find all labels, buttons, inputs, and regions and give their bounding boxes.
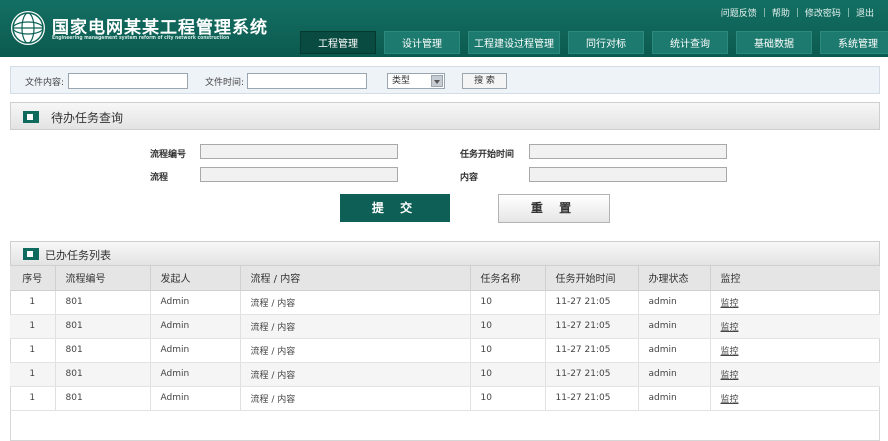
feedback-link[interactable]: 问题反馈	[715, 6, 763, 19]
pending-task-query-form: 流程编号 流程 任务开始时间 内容 提 交 重 置	[10, 131, 880, 229]
file-time-label: 文件时间:	[205, 78, 245, 88]
cell-process-content: 流程 / 内容	[240, 314, 471, 339]
done-task-header: 已办任务列表	[10, 241, 880, 266]
column-header-index: 序号	[10, 266, 56, 291]
content-input[interactable]	[529, 167, 727, 182]
file-content-label: 文件内容:	[25, 78, 65, 88]
column-header-process-number: 流程编号	[55, 266, 151, 291]
nav-tab-construction-process[interactable]: 工程建设过程管理	[468, 31, 560, 54]
cell-initiator: Admin	[150, 314, 241, 339]
nav-tab-peer-benchmark[interactable]: 同行对标	[568, 31, 644, 54]
cell-status: admin	[638, 290, 711, 315]
help-link[interactable]: 帮助	[766, 6, 796, 19]
cell-task-name: 10	[470, 362, 546, 387]
cell-task-start-time: 11-27 21:05	[545, 338, 639, 363]
table-row[interactable]: 1 801 Admin 流程 / 内容 10 11-27 21:05 admin…	[10, 362, 880, 387]
task-start-time-input[interactable]	[529, 144, 727, 159]
file-content-input[interactable]	[68, 73, 188, 89]
cell-task-start-time: 11-27 21:05	[545, 386, 639, 411]
nav-tab-design-management[interactable]: 设计管理	[384, 31, 460, 54]
process-input[interactable]	[200, 167, 398, 182]
nav-tab-statistics[interactable]: 统计查询	[652, 31, 728, 54]
column-header-task-start-time: 任务开始时间	[545, 266, 639, 291]
cell-process-content: 流程 / 内容	[240, 386, 471, 411]
file-time-input[interactable]	[247, 73, 367, 89]
state-grid-logo-icon	[11, 11, 45, 45]
cell-initiator: Admin	[150, 362, 241, 387]
cell-process-number: 801	[55, 290, 151, 315]
file-filter-bar: 文件内容: 文件时间: 类型 搜 索	[10, 66, 880, 94]
monitor-link[interactable]: 监控	[710, 314, 880, 339]
process-label: 流程	[150, 173, 169, 183]
cell-index: 1	[10, 290, 56, 315]
table-row[interactable]: 1 801 Admin 流程 / 内容 10 11-27 21:05 admin…	[10, 386, 880, 411]
cell-task-name: 10	[470, 338, 546, 363]
chevron-down-icon[interactable]	[431, 75, 443, 87]
cell-process-number: 801	[55, 314, 151, 339]
done-task-table: 序号 流程编号 发起人 流程 / 内容 任务名称 任务开始时间 办理状态 监控 …	[10, 266, 880, 411]
cell-task-name: 10	[470, 290, 546, 315]
cell-status: admin	[638, 338, 711, 363]
monitor-link[interactable]: 监控	[710, 338, 880, 363]
section-bullet-icon	[23, 248, 39, 260]
table-header-row: 序号 流程编号 发起人 流程 / 内容 任务名称 任务开始时间 办理状态 监控	[10, 266, 880, 291]
cell-index: 1	[10, 338, 56, 363]
cell-process-content: 流程 / 内容	[240, 290, 471, 315]
cell-status: admin	[638, 362, 711, 387]
nav-tab-project-management[interactable]: 工程管理	[300, 31, 376, 54]
nav-tab-system-management[interactable]: 系统管理	[820, 31, 888, 54]
monitor-link[interactable]: 监控	[710, 362, 880, 387]
cell-process-content: 流程 / 内容	[240, 338, 471, 363]
column-header-status: 办理状态	[638, 266, 711, 291]
pending-task-title: 待办任务查询	[51, 111, 124, 125]
pending-task-header: 待办任务查询	[10, 102, 880, 130]
cell-task-name: 10	[470, 386, 546, 411]
app-subtitle: Engineering management system reform of …	[52, 35, 230, 41]
type-select[interactable]: 类型	[387, 73, 445, 89]
cell-task-start-time: 11-27 21:05	[545, 314, 639, 339]
cell-index: 1	[10, 362, 56, 387]
cell-process-number: 801	[55, 386, 151, 411]
top-links: 问题反馈 | 帮助 | 修改密码 | 退出	[715, 6, 880, 20]
cell-index: 1	[10, 314, 56, 339]
main-nav: 工程管理 设计管理 工程建设过程管理 同行对标 统计查询 基础数据 系统管理	[300, 31, 888, 54]
process-number-label: 流程编号	[150, 150, 187, 160]
cell-initiator: Admin	[150, 338, 241, 363]
column-header-monitor: 监控	[710, 266, 880, 291]
cell-task-start-time: 11-27 21:05	[545, 362, 639, 387]
search-button[interactable]: 搜 索	[462, 73, 507, 89]
cell-process-number: 801	[55, 338, 151, 363]
column-header-task-name: 任务名称	[470, 266, 546, 291]
done-task-title: 已办任务列表	[45, 249, 111, 262]
change-password-link[interactable]: 修改密码	[799, 6, 847, 19]
table-row[interactable]: 1 801 Admin 流程 / 内容 10 11-27 21:05 admin…	[10, 338, 880, 363]
cell-process-content: 流程 / 内容	[240, 362, 471, 387]
app-header: 国家电网某某工程管理系统 Engineering management syst…	[0, 0, 888, 57]
content-label: 内容	[460, 173, 479, 183]
task-start-time-label: 任务开始时间	[460, 150, 515, 160]
nav-tab-basic-data[interactable]: 基础数据	[736, 31, 812, 54]
section-bullet-icon	[23, 111, 39, 123]
cell-status: admin	[638, 314, 711, 339]
type-select-value: 类型	[392, 76, 411, 86]
reset-button[interactable]: 重 置	[498, 194, 610, 223]
column-header-process-content: 流程 / 内容	[240, 266, 471, 291]
column-header-initiator: 发起人	[150, 266, 241, 291]
table-row[interactable]: 1 801 Admin 流程 / 内容 10 11-27 21:05 admin…	[10, 314, 880, 339]
logout-link[interactable]: 退出	[850, 6, 880, 19]
table-row[interactable]: 1 801 Admin 流程 / 内容 10 11-27 21:05 admin…	[10, 290, 880, 315]
cell-process-number: 801	[55, 362, 151, 387]
cell-initiator: Admin	[150, 386, 241, 411]
cell-initiator: Admin	[150, 290, 241, 315]
cell-index: 1	[10, 386, 56, 411]
cell-status: admin	[638, 386, 711, 411]
cell-task-start-time: 11-27 21:05	[545, 290, 639, 315]
cell-task-name: 10	[470, 314, 546, 339]
submit-button[interactable]: 提 交	[340, 194, 450, 222]
process-number-input[interactable]	[200, 144, 398, 159]
monitor-link[interactable]: 监控	[710, 290, 880, 315]
monitor-link[interactable]: 监控	[710, 386, 880, 411]
